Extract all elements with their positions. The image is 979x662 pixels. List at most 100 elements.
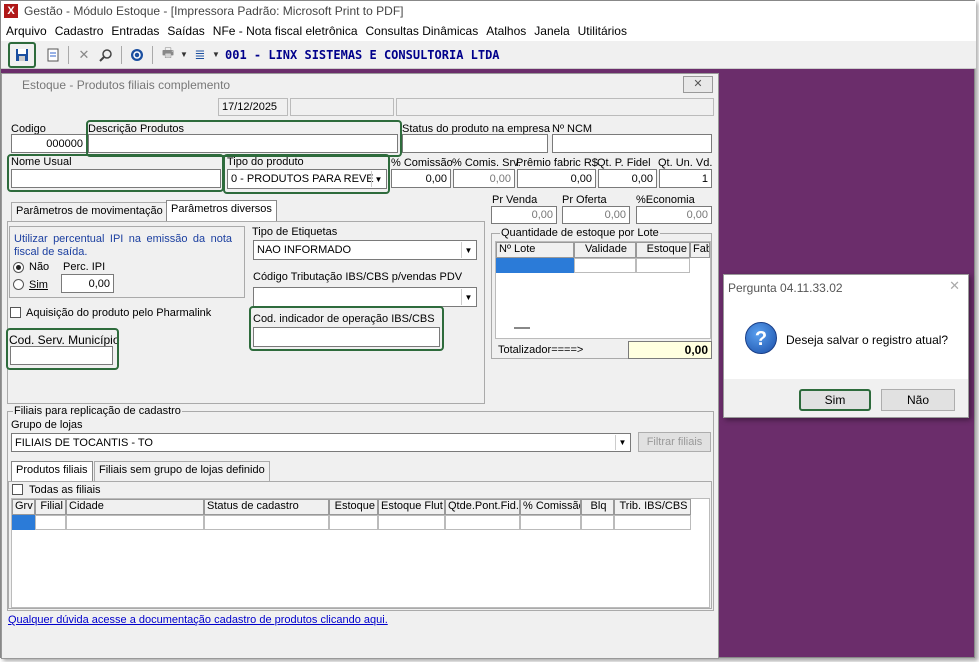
filiais-cell[interactable] <box>329 515 378 530</box>
menu-cadastro[interactable]: Cadastro <box>54 24 111 38</box>
filiais-cell[interactable] <box>614 515 691 530</box>
lote-cell[interactable] <box>636 258 690 273</box>
tab-produtos-filiais[interactable]: Produtos filiais <box>11 461 93 481</box>
lote-col-header[interactable]: Fab <box>690 242 710 258</box>
filiais-cell[interactable] <box>445 515 520 530</box>
filiais-col-header[interactable]: Qtde.Pont.Fid. <box>445 499 520 515</box>
power-button[interactable] <box>126 44 148 66</box>
codigo-field[interactable]: 000000 <box>11 134 87 153</box>
scroll-handle[interactable] <box>514 327 530 329</box>
window-title: Estoque - Produtos filiais complemento <box>22 78 231 92</box>
pharmalink-checkbox[interactable] <box>10 307 21 318</box>
trib-select[interactable]: ▼ <box>253 287 477 307</box>
filiais-cell[interactable] <box>35 515 66 530</box>
toolbar-separator <box>121 45 122 64</box>
pr-oferta-label: Pr Oferta <box>562 194 607 206</box>
filiais-col-header[interactable]: Grv <box>12 499 35 515</box>
power-icon <box>131 48 143 61</box>
filiais-cell[interactable] <box>204 515 329 530</box>
ncm-field[interactable] <box>552 134 712 153</box>
nao-radio[interactable] <box>13 262 24 273</box>
menu-nfe[interactable]: NFe - Nota fiscal eletrônica <box>212 24 365 38</box>
perc-ipi-field[interactable]: 0,00 <box>61 274 114 293</box>
dialog-close-icon[interactable]: ✕ <box>949 278 960 294</box>
filiais-cell[interactable] <box>378 515 445 530</box>
status-bar-field <box>290 98 394 116</box>
filiais-selected-cell[interactable] <box>12 515 35 530</box>
qt-fidel-field[interactable]: 0,00 <box>598 169 657 188</box>
comis-srv-field[interactable]: 0,00 <box>453 169 515 188</box>
print-button[interactable]: 🖶 <box>157 44 179 66</box>
filiais-col-header[interactable]: Status de cadastro <box>204 499 329 515</box>
qt-un-field[interactable]: 1 <box>659 169 712 188</box>
filiais-col-header[interactable]: Blq <box>581 499 614 515</box>
list-button[interactable]: ≣ <box>189 44 211 66</box>
pr-venda-label: Pr Venda <box>492 194 538 206</box>
tab-movimentacao[interactable]: Parâmetros de movimentação <box>11 202 168 221</box>
menu-utilitarios[interactable]: Utilitários <box>577 24 634 38</box>
produtos-window: Estoque - Produtos filiais complemento ✕… <box>1 73 719 659</box>
new-button[interactable] <box>42 44 64 66</box>
toolbar: ✕ 🖶 ▼ ≣ ▼ 001 - LINX SISTEMAS E CONSULTO… <box>1 41 976 69</box>
cod-serv-highlight <box>6 328 119 370</box>
company-dropdown-icon[interactable]: ▼ <box>211 44 221 66</box>
menu-arquivo[interactable]: Arquivo <box>5 24 54 38</box>
etiquetas-value: NAO INFORMADO <box>257 244 352 256</box>
filiais-cell[interactable] <box>581 515 614 530</box>
delete-button[interactable]: ✕ <box>73 44 95 66</box>
pr-oferta-field[interactable]: 0,00 <box>562 206 630 224</box>
premio-field[interactable]: 0,00 <box>517 169 596 188</box>
economia-label: %Economia <box>636 194 695 206</box>
menu-saidas[interactable]: Saídas <box>166 24 211 38</box>
sim-button[interactable]: Sim <box>799 389 871 411</box>
qt-fidel-label: Qt. P. Fidel <box>597 157 651 169</box>
chevron-down-icon: ▼ <box>461 242 475 258</box>
filtrar-filiais-button[interactable]: Filtrar filiais <box>638 432 711 452</box>
tab-filiais-sem-grupo[interactable]: Filiais sem grupo de lojas definido <box>94 461 270 481</box>
filiais-cell[interactable] <box>66 515 204 530</box>
filiais-col-header[interactable]: Cidade <box>66 499 204 515</box>
help-link[interactable]: Qualquer dúvida acesse a documentação ca… <box>8 614 388 626</box>
nao-button[interactable]: Não <box>881 389 955 411</box>
menu-atalhos[interactable]: Atalhos <box>485 24 533 38</box>
sim-radio[interactable] <box>13 279 24 290</box>
pr-venda-field[interactable]: 0,00 <box>491 206 557 224</box>
date-field: 17/12/2025 <box>218 98 288 116</box>
status-field[interactable] <box>402 134 548 153</box>
confirm-dialog: Pergunta 04.11.33.02 ✕ ? Deseja salvar o… <box>723 274 969 418</box>
dialog-message: Deseja salvar o registro atual? <box>786 333 949 347</box>
lote-col-header[interactable]: Estoque <box>636 242 690 258</box>
title-bar: X Gestão - Módulo Estoque - [Impressora … <box>1 1 976 21</box>
search-button[interactable] <box>95 44 117 66</box>
comissao-field[interactable]: 0,00 <box>391 169 451 188</box>
filiais-col-header[interactable]: Estoque <box>329 499 378 515</box>
filiais-cell[interactable] <box>520 515 581 530</box>
save-button[interactable] <box>8 41 36 68</box>
tab-diversos[interactable]: Parâmetros diversos <box>166 200 277 221</box>
lote-selected-row[interactable] <box>496 258 574 273</box>
comissao-label: % Comissão <box>391 157 453 169</box>
trib-label: Código Tributação IBS/CBS p/vendas PDV <box>253 271 463 283</box>
nome-usual-highlight <box>7 154 224 192</box>
app-logo-icon: X <box>4 4 18 18</box>
lote-cell[interactable] <box>574 258 636 273</box>
window-title-bar: Estoque - Produtos filiais complemento ✕ <box>2 74 718 96</box>
lote-col-header[interactable]: Nº Lote <box>496 242 574 258</box>
filiais-col-header[interactable]: Filial <box>35 499 66 515</box>
print-dropdown-icon[interactable]: ▼ <box>179 44 189 66</box>
filiais-col-header[interactable]: Estoque Flut <box>378 499 445 515</box>
menu-entradas[interactable]: Entradas <box>110 24 166 38</box>
menu-consultas[interactable]: Consultas Dinâmicas <box>365 24 486 38</box>
grupo-select[interactable]: FILIAIS DE TOCANTIS - TO ▼ <box>11 433 631 452</box>
filiais-col-header[interactable]: % Comissão <box>520 499 581 515</box>
etiquetas-select[interactable]: NAO INFORMADO ▼ <box>253 240 477 260</box>
filiais-col-header[interactable]: Trib. IBS/CBS <box>614 499 691 515</box>
economia-field[interactable]: 0,00 <box>636 206 712 224</box>
close-window-button[interactable]: ✕ <box>683 76 713 93</box>
lote-col-header[interactable]: Validade <box>574 242 636 258</box>
todas-filiais-checkbox[interactable] <box>12 484 23 495</box>
menu-janela[interactable]: Janela <box>533 24 576 38</box>
perc-ipi-label: Perc. IPI <box>63 261 106 273</box>
totalizador-label: Totalizador====> <box>498 344 584 356</box>
pharmalink-label: Aquisição do produto pelo Pharmalink <box>26 307 212 319</box>
